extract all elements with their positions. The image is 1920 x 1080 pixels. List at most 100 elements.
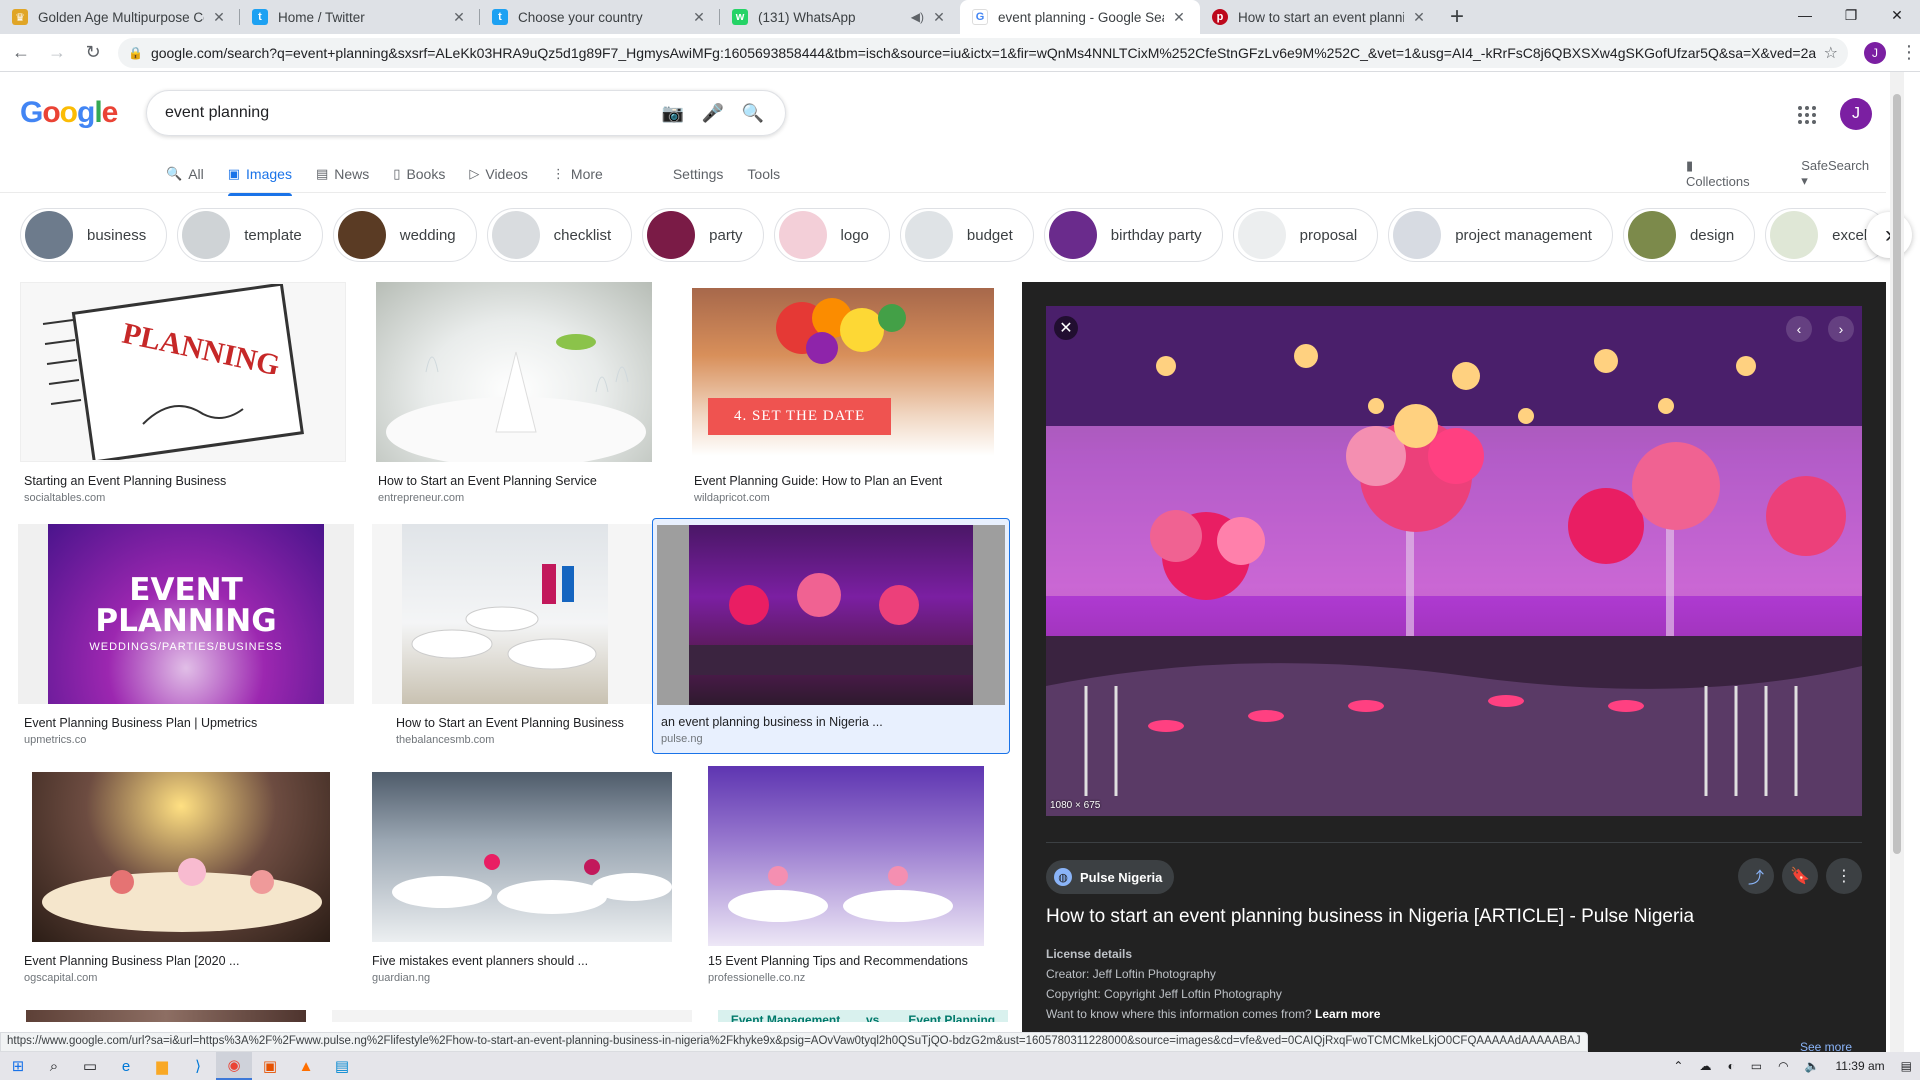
related-chip[interactable]: proposal — [1232, 208, 1379, 262]
result-thumbnail[interactable] — [372, 772, 672, 942]
tab-all[interactable]: 🔍 All — [166, 156, 204, 192]
vlc-icon[interactable]: ▲ — [288, 1052, 324, 1080]
address-bar[interactable]: 🔒 google.com/search?q=event+planning&sxs… — [118, 37, 1848, 68]
browser-tab[interactable]: t Choose your country ✕ — [480, 0, 720, 34]
safesearch-dropdown[interactable]: SafeSearch ▾ — [1801, 158, 1898, 189]
settings-link[interactable]: Settings — [673, 156, 724, 192]
result-thumbnail[interactable] — [332, 1010, 692, 1022]
maximize-icon[interactable]: ❐ — [1828, 0, 1874, 30]
result-source[interactable]: guardian.ng — [372, 972, 430, 984]
bookmark-star-icon[interactable]: ☆ — [1824, 43, 1838, 63]
result-caption[interactable]: Starting an Event Planning Business — [24, 474, 226, 488]
tab-books[interactable]: ▯ Books — [393, 156, 445, 192]
back-arrow-icon[interactable]: ← — [6, 38, 36, 68]
search-input[interactable]: event planning — [165, 104, 647, 122]
lock-icon[interactable]: 🔒 — [128, 46, 143, 60]
result-source[interactable]: ogscapital.com — [24, 972, 97, 984]
browser-tab-active[interactable]: G event planning - Google Search ✕ — [960, 0, 1200, 34]
volume-icon[interactable]: 🔈 — [1805, 1059, 1820, 1073]
image-result-card[interactable]: PLANNING Starting an Event Planning Busi… — [18, 282, 348, 512]
related-chip[interactable]: wedding — [332, 208, 477, 262]
result-caption[interactable]: Event Planning Business Plan | Upmetrics — [24, 716, 257, 730]
result-thumbnail[interactable]: EVENT PLANNING WEDDINGS/PARTIES/BUSINESS — [18, 524, 354, 704]
related-chip[interactable]: checklist — [486, 208, 633, 262]
close-preview-icon[interactable]: ✕ — [1054, 316, 1078, 340]
notifications-icon[interactable]: ▤ — [1901, 1059, 1912, 1073]
result-source[interactable]: pulse.ng — [661, 733, 703, 745]
result-thumbnail[interactable]: PLANNING — [20, 282, 346, 462]
speaker-icon[interactable]: ◀) — [911, 10, 924, 24]
close-tab-icon[interactable]: ✕ — [1170, 8, 1188, 26]
edge-browser-icon[interactable]: e — [108, 1052, 144, 1080]
camera-icon[interactable]: 📷 — [659, 99, 687, 127]
related-chip[interactable]: party — [642, 208, 764, 262]
result-source[interactable]: socialtables.com — [24, 492, 105, 504]
reload-icon[interactable]: ↻ — [78, 38, 108, 68]
result-thumbnail[interactable] — [376, 282, 652, 462]
close-tab-icon[interactable]: ✕ — [690, 8, 708, 26]
image-result-card[interactable]: Event Management vs. Event Planning — [718, 1010, 1018, 1022]
browser-tab[interactable]: p How to start an event planning b ✕ — [1200, 0, 1440, 34]
onedrive-icon[interactable]: ☁ — [1699, 1059, 1711, 1073]
related-chip[interactable]: birthday party — [1043, 208, 1223, 262]
chevron-up-icon[interactable]: ⌃ — [1673, 1059, 1683, 1073]
browser-tab[interactable]: t Home / Twitter ✕ — [240, 0, 480, 34]
preview-image[interactable] — [1046, 306, 1862, 816]
search-box[interactable]: event planning 📷 🎤 🔍 — [146, 90, 786, 136]
result-caption[interactable]: Five mistakes event planners should ... — [372, 954, 588, 968]
related-chip[interactable]: template — [177, 208, 323, 262]
tab-more[interactable]: ⋮ More — [552, 156, 603, 192]
search-icon[interactable]: 🔍 — [739, 99, 767, 127]
result-caption[interactable]: 15 Event Planning Tips and Recommendatio… — [708, 954, 968, 968]
chevron-right-icon[interactable]: › — [1866, 212, 1912, 258]
result-source[interactable]: thebalancesmb.com — [396, 734, 494, 746]
result-caption[interactable]: How to Start an Event Planning Business — [396, 716, 624, 730]
new-tab-button[interactable]: + — [1440, 0, 1474, 34]
image-result-card[interactable]: How to Start an Event Planning Business … — [372, 524, 662, 754]
image-result-card-selected[interactable]: an event planning business in Nigeria ..… — [652, 518, 1010, 754]
browser-tab[interactable]: w (131) WhatsApp ◀) ✕ — [720, 0, 960, 34]
scrollbar-thumb[interactable] — [1893, 94, 1901, 854]
vscode-icon[interactable]: ⟩ — [180, 1052, 216, 1080]
more-options-icon[interactable]: ⋮ — [1826, 858, 1862, 894]
result-thumbnail[interactable] — [372, 524, 658, 704]
related-chip[interactable]: business — [20, 208, 168, 262]
collections-link[interactable]: ▮ Collections — [1686, 158, 1779, 189]
forward-arrow-icon[interactable]: → — [42, 38, 72, 68]
result-caption[interactable]: Event Planning Guide: How to Plan an Eve… — [694, 474, 942, 488]
share-icon[interactable]: ⤴ — [1738, 858, 1774, 894]
tab-news[interactable]: ▤ News — [316, 156, 369, 192]
learn-more-link[interactable]: Learn more — [1315, 1007, 1380, 1021]
image-result-card[interactable]: How to Start an Event Planning Service e… — [364, 282, 682, 512]
next-image-icon[interactable]: › — [1828, 316, 1854, 342]
windows-start-icon[interactable]: ⊞ — [0, 1052, 36, 1080]
image-result-card[interactable]: Event Planning Business Plan [2020 ... o… — [18, 772, 364, 1002]
clock[interactable]: 11:39 am — [1836, 1059, 1885, 1073]
google-apps-icon[interactable] — [1796, 104, 1818, 126]
browser-tab[interactable]: ♛ Golden Age Multipurpose Coope ✕ — [0, 0, 240, 34]
app-icon[interactable]: ▤ — [324, 1052, 360, 1080]
previous-image-icon[interactable]: ‹ — [1786, 316, 1812, 342]
image-result-card[interactable]: 15 Event Planning Tips and Recommendatio… — [708, 766, 1018, 1002]
result-thumbnail[interactable] — [708, 766, 984, 946]
microphone-icon[interactable]: 🎤 — [699, 99, 727, 127]
app-tray-icon[interactable]: ◐ — [1727, 1059, 1734, 1073]
close-tab-icon[interactable]: ✕ — [930, 8, 948, 26]
result-caption[interactable]: Event Planning Business Plan [2020 ... — [24, 954, 239, 968]
related-chip[interactable]: design — [1622, 208, 1756, 262]
result-thumbnail[interactable] — [26, 1010, 306, 1022]
result-source[interactable]: entrepreneur.com — [378, 492, 464, 504]
result-source[interactable]: wildapricot.com — [694, 492, 770, 504]
close-tab-icon[interactable]: ✕ — [450, 8, 468, 26]
result-thumbnail[interactable]: 4. SET THE DATE — [692, 288, 994, 456]
related-chip[interactable]: project management — [1388, 208, 1613, 262]
close-tab-icon[interactable]: ✕ — [1410, 8, 1428, 26]
result-source[interactable]: upmetrics.co — [24, 734, 86, 746]
image-result-card[interactable] — [332, 1010, 692, 1022]
tools-link[interactable]: Tools — [747, 156, 780, 192]
image-result-card[interactable]: EVENT PLANNING WEDDINGS/PARTIES/BUSINESS… — [18, 524, 364, 754]
related-chip[interactable]: budget — [899, 208, 1034, 262]
wifi-icon[interactable]: ◠ — [1778, 1059, 1788, 1073]
google-logo[interactable]: Google — [20, 96, 118, 130]
account-avatar[interactable]: J — [1840, 98, 1872, 130]
